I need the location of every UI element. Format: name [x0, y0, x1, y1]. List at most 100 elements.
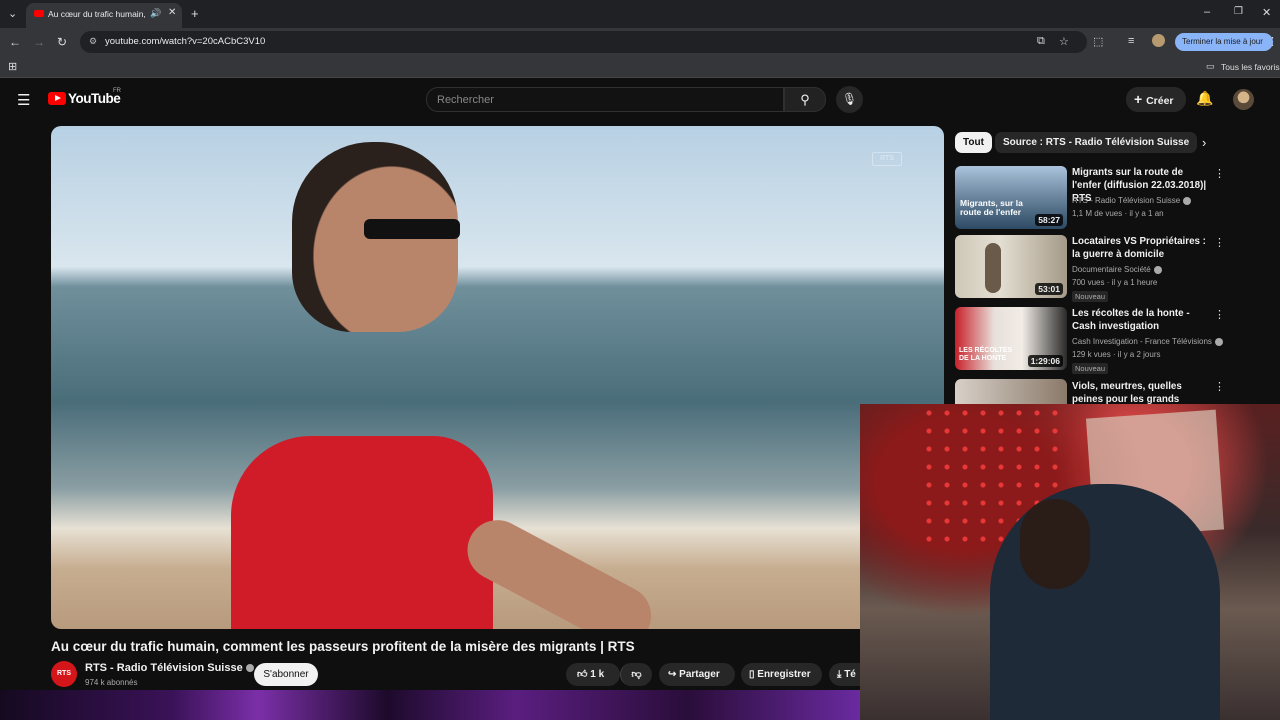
thumbnail-3[interactable]: LES RÉCOLTES DE LA HONTE 1:29:06 — [955, 307, 1067, 370]
stream-overlay-bar — [0, 690, 860, 720]
channel-3[interactable]: Cash Investigation - France Télévisions — [1072, 337, 1223, 346]
meta-2: 700 vues · il y a 1 heure — [1072, 278, 1158, 287]
channel-2-text: Documentaire Société — [1072, 265, 1151, 274]
video-title: Au cœur du trafic humain, comment les pa… — [51, 639, 635, 654]
duration-1: 58:27 — [1035, 214, 1063, 226]
more-options-icon[interactable]: ⋮ — [1214, 308, 1225, 321]
new-badge-3: Nouveau — [1072, 363, 1109, 374]
share-label: Partager — [679, 669, 720, 680]
close-window-icon[interactable]: ✕ — [1262, 6, 1271, 19]
channel-name-text: RTS - Radio Télévision Suisse — [85, 662, 243, 674]
save-label: Enregistrer — [757, 669, 811, 680]
video-title-3[interactable]: Les récoltes de la honte - Cash investig… — [1072, 307, 1212, 333]
meta-1: 1,1 M de vues · il y a 1 an — [1072, 209, 1164, 218]
subscriber-count: 974 k abonnés — [85, 678, 138, 687]
tab-title: Au cœur du trafic humain, c — [48, 9, 148, 19]
thumbnail-3-text: LES RÉCOLTES DE LA HONTE — [959, 347, 1013, 362]
minimize-icon[interactable]: – — [1204, 6, 1210, 18]
new-tab-icon[interactable]: + — [191, 6, 199, 21]
chip-all[interactable]: Tout — [955, 132, 992, 153]
browser-tab[interactable]: Au cœur du trafic humain, c 🔊 ✕ — [26, 3, 182, 28]
url-bar[interactable]: ⚙ youtube.com/watch?v=20cACbC3V10 — [80, 31, 1087, 53]
share-icon: ↪ — [668, 669, 680, 680]
more-options-icon[interactable]: ⋮ — [1214, 236, 1225, 249]
url-text: youtube.com/watch?v=20cACbC3V10 — [105, 36, 266, 47]
duration-2: 53:01 — [1035, 283, 1063, 295]
video-player[interactable]: RTS — [51, 126, 944, 629]
thumbs-down-icon: 👎︎ — [631, 669, 642, 680]
new-badge-2: Nouveau — [1072, 291, 1109, 302]
webcam-overlay — [860, 404, 1280, 720]
create-button[interactable]: + Créer — [1126, 87, 1186, 112]
video-frame-shirt — [231, 436, 493, 629]
extensions-icon[interactable]: ⬚ — [1093, 35, 1103, 48]
notifications-bell-icon[interactable]: 🔔 — [1196, 90, 1213, 107]
thumbnail-4[interactable] — [955, 379, 1067, 404]
streamer-face — [1020, 499, 1090, 589]
video-title-2[interactable]: Locataires VS Propriétaires : la guerre … — [1072, 235, 1212, 261]
chevron-right-icon[interactable]: › — [1202, 135, 1206, 150]
youtube-play-icon — [48, 92, 66, 105]
speaker-icon[interactable]: 🔊 — [150, 8, 161, 19]
apps-grid-icon[interactable]: ⊞ — [8, 60, 17, 73]
region-label: FR — [113, 88, 121, 94]
rts-watermark: RTS — [872, 152, 902, 166]
download-button[interactable]: ⤓ Té — [829, 663, 860, 686]
subscribe-button[interactable]: S'abonner — [254, 663, 318, 686]
create-label: Créer — [1146, 95, 1174, 107]
thumbs-up-icon: 👍︎ — [577, 669, 591, 680]
save-button[interactable]: ▯ Enregistrer — [741, 663, 822, 686]
channel-2[interactable]: Documentaire Société — [1072, 265, 1162, 274]
voice-search-button[interactable]: 🎙 — [836, 86, 863, 113]
channel-1-text: RTS - Radio Télévision Suisse — [1072, 196, 1181, 205]
close-tab-icon[interactable]: ✕ — [168, 7, 176, 18]
verified-icon — [245, 664, 254, 673]
thumbnail-2[interactable]: 53:01 — [955, 235, 1067, 298]
youtube-favicon-icon — [34, 10, 44, 17]
forward-icon[interactable]: → — [33, 35, 45, 49]
microphone-icon: 🎙 — [841, 92, 858, 106]
thumbnail-1-text: Migrants, sur la route de l'enfer — [960, 198, 1023, 217]
reload-icon[interactable]: ↻ — [57, 35, 67, 49]
meta-3: 129 k vues · il y a 2 jours — [1072, 350, 1161, 359]
like-button[interactable]: 👍︎ 1 k — [566, 663, 620, 686]
bookmarks-bar: ⊞ ▭ Tous les favoris — [0, 56, 1280, 78]
chip-source[interactable]: Source : RTS - Radio Télévision Suisse — [995, 132, 1198, 153]
download-label: Té — [844, 669, 856, 680]
more-options-icon[interactable]: ⋮ — [1214, 380, 1225, 393]
thumbnail-1[interactable]: Migrants, sur la route de l'enfer 58:27 — [955, 166, 1067, 229]
install-icon[interactable]: ⧉ — [1037, 35, 1045, 48]
browser-tab-bar: ⌄ Au cœur du trafic humain, c 🔊 ✕ + – ❐ … — [0, 0, 1280, 28]
dislike-button[interactable]: 👎︎ — [620, 663, 652, 686]
address-bar-row: ← → ↻ ⚙ youtube.com/watch?v=20cACbC3V10 … — [0, 28, 1280, 56]
update-button[interactable]: Terminer la mise à jour — [1175, 33, 1273, 51]
search-icon: ⚲ — [800, 92, 810, 107]
channel-1[interactable]: RTS - Radio Télévision Suisse — [1072, 196, 1192, 205]
tab-search-icon[interactable]: ⌄ — [8, 7, 17, 20]
user-avatar[interactable] — [1233, 89, 1254, 110]
channel-3-text: Cash Investigation - France Télévisions — [1072, 337, 1212, 346]
all-bookmarks-link[interactable]: Tous les favoris — [1221, 62, 1280, 72]
video-frame-sunglasses — [364, 219, 460, 239]
verified-icon — [1153, 265, 1162, 274]
more-options-icon[interactable]: ⋮ — [1214, 167, 1225, 180]
thumbnail-2-figure — [985, 243, 1001, 293]
site-info-icon[interactable]: ⚙ — [89, 36, 97, 47]
bookmark-star-icon[interactable]: ☆ — [1059, 35, 1069, 48]
profile-icon[interactable] — [1152, 34, 1165, 47]
folder-icon: ▭ — [1206, 61, 1215, 71]
hamburger-menu-icon[interactable]: ☰ — [17, 91, 30, 109]
verified-icon — [1183, 196, 1192, 205]
search-input[interactable]: Rechercher — [426, 87, 784, 112]
duration-3: 1:29:06 — [1027, 355, 1063, 367]
channel-name[interactable]: RTS - Radio Télévision Suisse — [85, 662, 254, 674]
verified-icon — [1214, 337, 1223, 346]
back-icon[interactable]: ← — [9, 35, 21, 49]
search-button[interactable]: ⚲ — [784, 87, 826, 112]
channel-avatar[interactable]: RTS — [51, 661, 77, 687]
plus-icon: + — [1134, 91, 1147, 107]
restore-icon[interactable]: ❐ — [1234, 6, 1243, 17]
search-placeholder: Rechercher — [437, 94, 494, 106]
share-button[interactable]: ↪ Partager — [659, 663, 735, 686]
reading-list-icon[interactable]: ≡ — [1128, 35, 1134, 47]
